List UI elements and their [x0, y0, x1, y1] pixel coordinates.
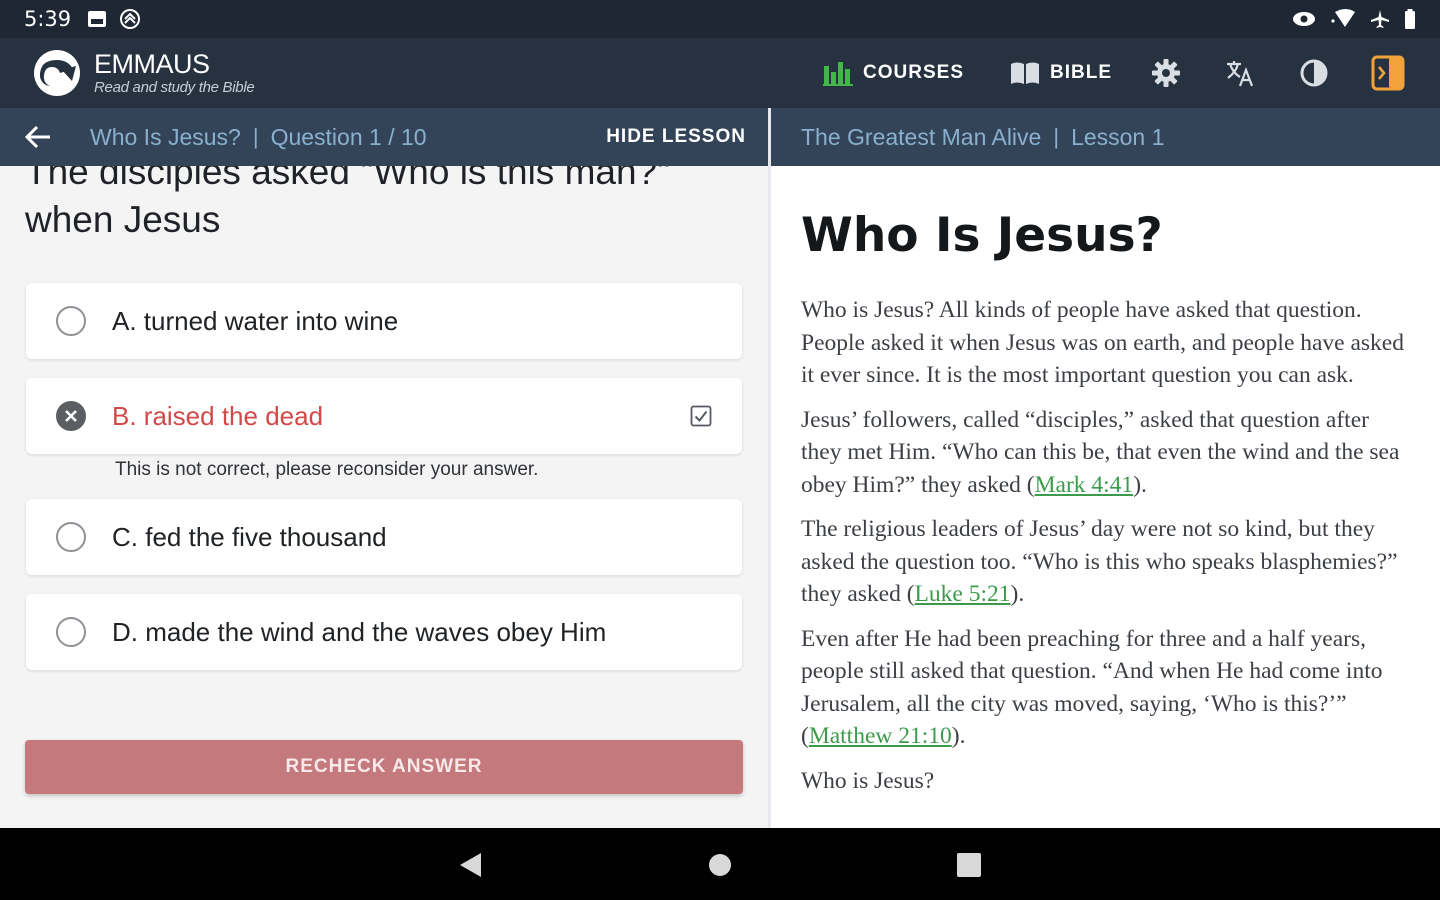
side-panel-toggle-button[interactable] [1368, 53, 1408, 93]
question-line: when Jesus [25, 199, 221, 240]
courses-label: COURSES [863, 62, 964, 83]
radio-unchecked-icon[interactable] [56, 617, 86, 647]
triangle-back-icon [460, 853, 481, 877]
question-line: The disciples asked "Who is this man?" [25, 166, 671, 192]
question-text: The disciples asked "Who is this man?" w… [25, 166, 745, 244]
answer-label: A. turned water into wine [112, 305, 399, 336]
brand-tagline: Read and study the Bible [94, 79, 255, 96]
theme-toggle-button[interactable] [1294, 53, 1334, 93]
breadcrumb-lesson: Who Is Jesus? [90, 123, 241, 150]
app-logo[interactable]: EMMAUS Read and study the Bible [32, 48, 255, 98]
scripture-link[interactable]: Luke 5:21 [915, 581, 1011, 607]
lesson-panel: Who Is Jesus? Who is Jesus? All kinds of… [771, 166, 1440, 828]
recheck-answer-button[interactable]: RECHECK ANSWER [25, 740, 743, 794]
scripture-link[interactable]: Mark 4:41 [1035, 472, 1134, 498]
answer-option-b[interactable]: B. raised the dead [26, 378, 742, 454]
course-title: The Greatest Man Alive [801, 123, 1042, 150]
checkbox-checked-icon [690, 405, 712, 427]
lesson-paragraph: Who is Jesus? All kinds of people have a… [801, 297, 1404, 388]
translate-button[interactable] [1220, 53, 1260, 93]
breadcrumb-separator: | [1053, 124, 1060, 149]
courses-chart-icon [823, 62, 854, 86]
nav-back-button[interactable] [455, 850, 485, 880]
system-nav-bar [0, 828, 1440, 900]
panel-expand-icon [1371, 55, 1405, 91]
answer-option-a[interactable]: A. turned water into wine [26, 283, 742, 359]
battery-icon [1404, 9, 1416, 29]
bible-nav-button[interactable]: BIBLE [1010, 61, 1112, 85]
translate-icon [1227, 61, 1254, 87]
answer-option-d[interactable]: D. made the wind and the waves obey Him [26, 594, 742, 670]
data-saver-icon [1292, 11, 1316, 27]
lesson-paragraph: Jesus’ followers, called “disciples,” as… [801, 406, 1400, 498]
status-time: 5:39 [24, 7, 72, 31]
breadcrumb-question: Question 1 / 10 [270, 123, 427, 150]
lesson-number: Lesson 1 [1071, 123, 1165, 150]
lesson-title: Who Is Jesus? [801, 208, 1163, 263]
gear-icon [1152, 59, 1180, 87]
hide-lesson-button[interactable]: HIDE LESSON [606, 126, 746, 148]
airplane-mode-icon [1370, 9, 1390, 29]
answer-feedback: This is not correct, please reconsider y… [115, 459, 539, 480]
brand-name: EMMAUS [94, 49, 210, 79]
radio-unchecked-icon[interactable] [56, 306, 86, 336]
quiz-subheader: Who Is Jesus? | Question 1 / 10 HIDE LES… [0, 108, 768, 166]
bible-label: BIBLE [1050, 62, 1112, 83]
contrast-icon [1300, 59, 1328, 87]
radio-unchecked-icon[interactable] [56, 522, 86, 552]
courses-nav-button[interactable]: COURSES [823, 60, 964, 86]
square-recents-icon [957, 853, 981, 877]
incorrect-x-icon[interactable] [56, 401, 86, 431]
answer-label: D. made the wind and the waves obey Him [112, 616, 607, 647]
lesson-paragraph: The religious leaders of Jesus’ day were… [801, 516, 1398, 607]
image-notification-icon [87, 10, 107, 28]
answer-label: B. raised the dead [112, 400, 324, 431]
wifi-icon [1330, 9, 1356, 29]
breadcrumb-separator: | [252, 124, 259, 149]
lesson-paragraph: Even after He had been preaching for thr… [801, 625, 1383, 750]
answer-option-c[interactable]: C. fed the five thousand [26, 499, 742, 575]
lesson-subheader: The Greatest Man Alive | Lesson 1 [771, 108, 1440, 166]
scripture-link[interactable]: Matthew 21:10 [809, 723, 952, 749]
app-header: EMMAUS Read and study the Bible COURSES … [0, 38, 1440, 108]
lesson-paragraph: Who is Jesus? [801, 767, 935, 794]
quiz-panel: The disciples asked "Who is this man?" w… [0, 166, 768, 828]
nav-home-button[interactable] [705, 850, 735, 880]
arrow-back-icon [24, 125, 50, 149]
book-icon [1011, 62, 1039, 84]
settings-button[interactable] [1146, 53, 1186, 93]
answer-label: C. fed the five thousand [112, 521, 387, 552]
status-bar: 5:39 [0, 0, 1440, 38]
lesson-body: Who is Jesus? All kinds of people have a… [801, 294, 1413, 809]
circle-home-icon [709, 854, 731, 876]
nav-recents-button[interactable] [954, 850, 984, 880]
sync-notification-icon [119, 8, 141, 30]
emmaus-logo-icon [34, 50, 80, 96]
back-button[interactable] [22, 121, 54, 153]
